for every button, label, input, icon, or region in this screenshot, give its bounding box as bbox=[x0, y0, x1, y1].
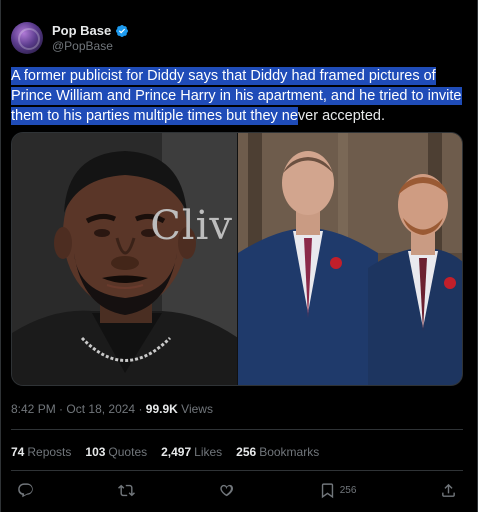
likes-stat[interactable]: 2,497 Likes bbox=[161, 445, 222, 459]
tweet-header: Pop Base @PopBase bbox=[11, 18, 129, 58]
tweet-text-line-3-rest: ver accepted. bbox=[297, 108, 385, 124]
tweet-time[interactable]: 8:42 PM bbox=[11, 402, 56, 416]
avatar[interactable] bbox=[11, 22, 43, 54]
display-name[interactable]: Pop Base bbox=[52, 23, 111, 38]
engagement-stats: 74 Reposts 103 Quotes 2,497 Likes 256 Bookma… bbox=[11, 445, 319, 459]
reposts-stat[interactable]: 74 Reposts bbox=[11, 445, 71, 459]
princes-illustration bbox=[238, 133, 462, 385]
tweet-text-line-2: Prince William and Prince Harry in his a… bbox=[11, 87, 462, 105]
reposts-label: Reposts bbox=[27, 445, 72, 459]
views-count: 99.9K bbox=[145, 402, 178, 416]
background-watermark-text: Cliv bbox=[150, 203, 233, 249]
divider bbox=[11, 429, 463, 430]
tweet-text-line-3-highlighted: them to his parties multiple times but t… bbox=[11, 107, 298, 125]
handle[interactable]: @PopBase bbox=[52, 39, 129, 53]
tweet-text: A former publicist for Diddy says that D… bbox=[11, 66, 463, 126]
tweet-text-line-1: A former publicist for Diddy says that D… bbox=[11, 67, 436, 85]
portrait-illustration bbox=[12, 133, 237, 385]
verified-badge-icon bbox=[116, 24, 129, 37]
divider bbox=[11, 470, 463, 471]
tweet-detail: Pop Base @PopBase A former publicist for… bbox=[0, 0, 478, 512]
quotes-stat[interactable]: 103 Quotes bbox=[85, 445, 147, 459]
bookmarks-count: 256 bbox=[236, 445, 257, 459]
bookmarks-label: Bookmarks bbox=[259, 445, 320, 459]
tweet-media[interactable]: Cliv bbox=[11, 132, 463, 386]
reply-icon bbox=[18, 483, 33, 498]
photo-princes[interactable] bbox=[237, 133, 462, 385]
bookmark-count: 256 bbox=[339, 485, 357, 496]
likes-count: 2,497 bbox=[161, 445, 192, 459]
photo-diddy[interactable]: Cliv bbox=[12, 133, 237, 385]
share-button[interactable] bbox=[440, 482, 457, 499]
author-info: Pop Base @PopBase bbox=[52, 23, 129, 53]
tweet-timestamp-views: 8:42 PM · Oct 18, 2024 · 99.9K Views bbox=[11, 402, 213, 416]
reposts-count: 74 bbox=[11, 445, 25, 459]
action-bar: 256 bbox=[11, 482, 463, 499]
like-button[interactable] bbox=[218, 482, 235, 499]
bookmark-icon bbox=[321, 483, 333, 499]
meta-separator: · bbox=[59, 402, 64, 416]
quotes-label: Quotes bbox=[108, 445, 148, 459]
like-icon bbox=[220, 484, 234, 497]
likes-label: Likes bbox=[194, 445, 223, 459]
views-label: Views bbox=[181, 402, 213, 416]
repost-button[interactable] bbox=[117, 482, 135, 499]
quotes-count: 103 bbox=[85, 445, 106, 459]
meta-separator-2: · bbox=[138, 402, 143, 416]
bookmark-button[interactable]: 256 bbox=[319, 482, 357, 499]
reply-button[interactable] bbox=[17, 482, 34, 499]
tweet-date[interactable]: Oct 18, 2024 bbox=[66, 402, 135, 416]
repost-icon bbox=[117, 484, 135, 497]
share-icon bbox=[442, 483, 455, 497]
bookmarks-stat[interactable]: 256 Bookmarks bbox=[236, 445, 319, 459]
name-row: Pop Base bbox=[52, 23, 129, 38]
